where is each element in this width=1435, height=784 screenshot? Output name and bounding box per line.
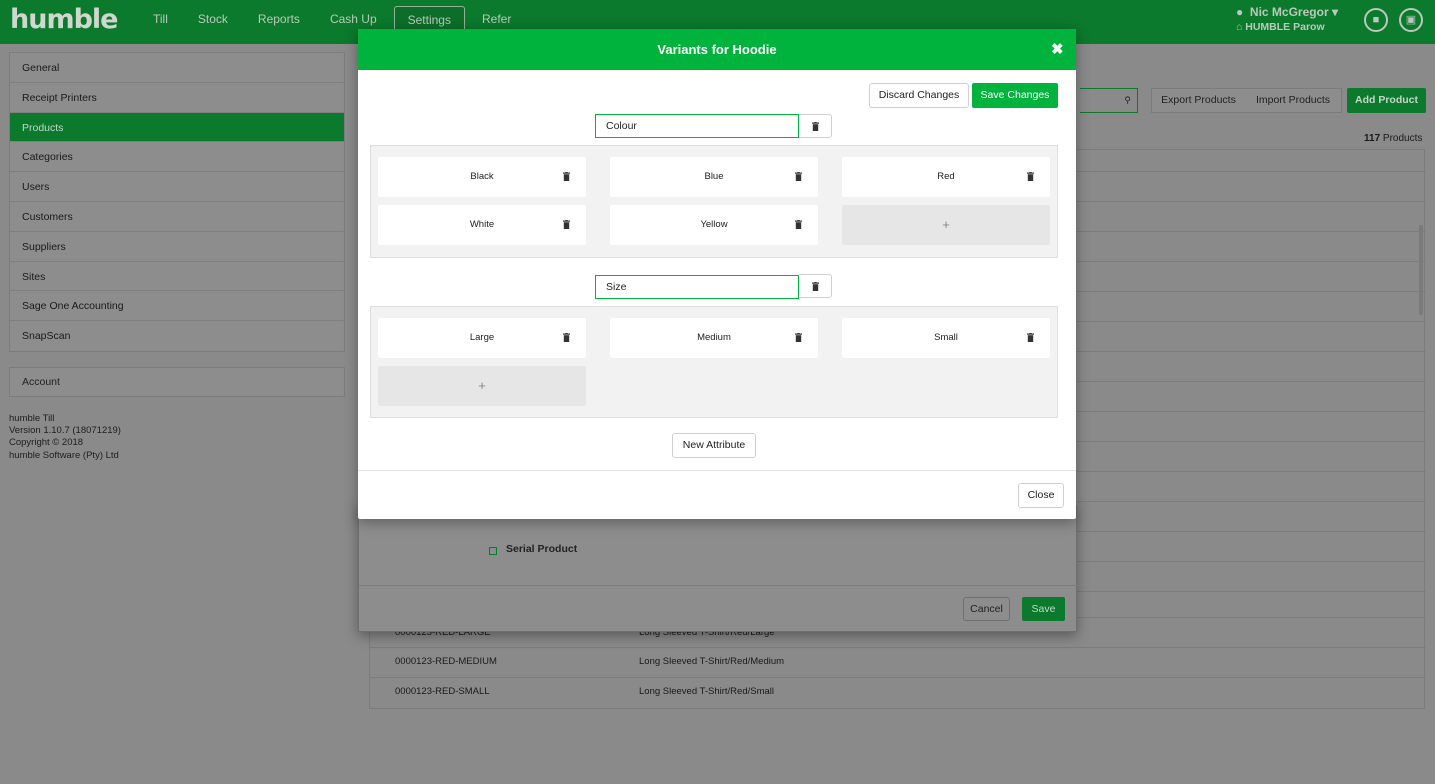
user-site: HUMBLE Parow <box>1245 21 1325 33</box>
row-sku: 0000123-RED-SMALL <box>395 686 490 697</box>
app-logo: humble <box>10 4 118 35</box>
value-label: Blue <box>704 171 724 182</box>
attribute-value-chip[interactable]: Red <box>842 157 1050 197</box>
sidebar-item-sites[interactable]: Sites <box>10 262 344 292</box>
chat-icon: ■ <box>1372 14 1380 26</box>
sidebar-item-products[interactable]: Products <box>10 112 344 143</box>
sidebar-item-categories[interactable]: Categories <box>10 142 344 173</box>
version-line: humble Software (Pty) Ltd <box>9 449 119 461</box>
delete-attribute-button[interactable] <box>799 274 832 298</box>
chat-button[interactable]: ■ <box>1364 8 1388 32</box>
value-label: Large <box>469 332 495 343</box>
discard-changes-button[interactable]: Discard Changes <box>869 83 969 108</box>
add-product-button[interactable]: Add Product <box>1347 88 1426 113</box>
modal-divider <box>358 470 1076 471</box>
modal-divider <box>359 585 1078 586</box>
attribute-name-input[interactable] <box>595 114 799 138</box>
close-icon[interactable]: ✖ <box>1051 41 1064 58</box>
add-value-button[interactable]: + <box>842 205 1050 245</box>
trash-icon[interactable] <box>563 172 570 181</box>
trash-icon[interactable] <box>795 333 802 342</box>
attribute-value-chip[interactable]: Large <box>378 318 586 358</box>
product-count-suffix: Products <box>1382 133 1423 144</box>
modal-title: Variants for Hoodie <box>358 29 1076 70</box>
value-label: Red <box>937 171 955 182</box>
serial-product-checkbox[interactable] <box>489 547 497 555</box>
sidebar-item-customers[interactable]: Customers <box>10 202 344 232</box>
search-icon: ⚲ <box>1124 95 1131 105</box>
save-button[interactable]: Save <box>1022 597 1065 621</box>
serial-product-label: Serial Product <box>506 543 578 555</box>
sidebar-item-sage-one[interactable]: Sage One Accounting <box>10 291 344 322</box>
lock-icon: ▣ <box>1405 14 1417 26</box>
row-name: Long Sleeved T-Shirt/Red/Medium <box>639 656 785 667</box>
attribute-name-input[interactable] <box>595 275 799 299</box>
lock-button[interactable]: ▣ <box>1399 8 1423 32</box>
new-attribute-button[interactable]: New Attribute <box>672 433 756 458</box>
sidebar-item-general[interactable]: General <box>10 53 344 83</box>
trash-icon[interactable] <box>795 172 802 181</box>
row-sku: 0000123-RED-MEDIUM <box>395 656 497 667</box>
version-line: humble Till <box>9 413 55 424</box>
value-label: Yellow <box>700 219 728 230</box>
value-label: Medium <box>697 332 731 343</box>
trash-icon <box>812 122 819 131</box>
attribute-value-chip[interactable]: Black <box>378 157 586 197</box>
settings-sidebar: General Receipt Printers Products Catego… <box>9 52 345 352</box>
nav-till[interactable]: Till <box>140 6 181 32</box>
sidebar-item-users[interactable]: Users <box>10 172 344 202</box>
table-row[interactable]: 0000123-RED-MEDIUM Long Sleeved T-Shirt/… <box>370 647 1426 677</box>
trash-icon[interactable] <box>1027 172 1034 181</box>
value-label: Small <box>934 332 958 343</box>
product-count-number: 117 <box>1364 133 1381 144</box>
import-products-button[interactable]: Import Products <box>1245 88 1342 113</box>
trash-icon[interactable] <box>563 220 570 229</box>
attribute-values-panel: Black Blue Red White Yellow + <box>370 145 1058 258</box>
add-value-button[interactable]: + <box>378 366 586 406</box>
table-row[interactable]: 0000123-RED-SMALL Long Sleeved T-Shirt/R… <box>370 677 1426 707</box>
trash-icon <box>812 282 819 291</box>
home-icon: ⌂ <box>1236 21 1243 33</box>
close-button[interactable]: Close <box>1018 483 1064 508</box>
row-name: Long Sleeved T-Shirt/Red/Small <box>639 686 775 697</box>
sidebar-item-receipt-printers[interactable]: Receipt Printers <box>10 83 344 113</box>
user-menu[interactable]: ● Nic McGregor ▾ ⌂ HUMBLE Parow <box>1236 5 1338 35</box>
attribute-value-chip[interactable]: Small <box>842 318 1050 358</box>
attribute-value-chip[interactable]: Yellow <box>610 205 818 245</box>
caret-down-icon: ▾ <box>1331 5 1338 19</box>
version-line: Version 1.10.7 (18071219) <box>9 425 121 437</box>
user-name: Nic McGregor <box>1249 5 1329 19</box>
attribute-values-panel: Large Medium Small + <box>370 306 1058 418</box>
product-count: 117 Products <box>1364 133 1422 144</box>
export-products-button[interactable]: Export Products <box>1151 88 1246 113</box>
variants-modal: Variants for Hoodie ✖ Discard Changes Sa… <box>358 29 1076 519</box>
product-edit-modal: Serial Product Cancel Save <box>358 505 1078 632</box>
delete-attribute-button[interactable] <box>799 114 832 138</box>
nav-stock[interactable]: Stock <box>185 6 241 32</box>
value-label: White <box>469 219 495 230</box>
sidebar-item-snapscan[interactable]: SnapScan <box>10 321 344 351</box>
trash-icon[interactable] <box>795 220 802 229</box>
save-changes-button[interactable]: Save Changes <box>972 83 1058 108</box>
attribute-value-chip[interactable]: White <box>378 205 586 245</box>
value-label: Black <box>470 171 494 182</box>
attribute-value-chip[interactable]: Blue <box>610 157 818 197</box>
cancel-button[interactable]: Cancel <box>963 597 1010 621</box>
table-scrollbar[interactable] <box>1419 225 1423 315</box>
user-icon: ● <box>1236 5 1244 19</box>
product-search-input[interactable]: ⚲ <box>1080 88 1138 113</box>
trash-icon[interactable] <box>563 333 570 342</box>
nav-reports[interactable]: Reports <box>245 6 313 32</box>
sidebar-item-suppliers[interactable]: Suppliers <box>10 232 344 262</box>
attribute-value-chip[interactable]: Medium <box>610 318 818 358</box>
version-line: Copyright © 2018 <box>9 437 84 449</box>
version-info: humble Till Version 1.10.7 (18071219) Co… <box>9 413 121 462</box>
trash-icon[interactable] <box>1027 333 1034 342</box>
sidebar-item-account[interactable]: Account <box>9 367 345 397</box>
